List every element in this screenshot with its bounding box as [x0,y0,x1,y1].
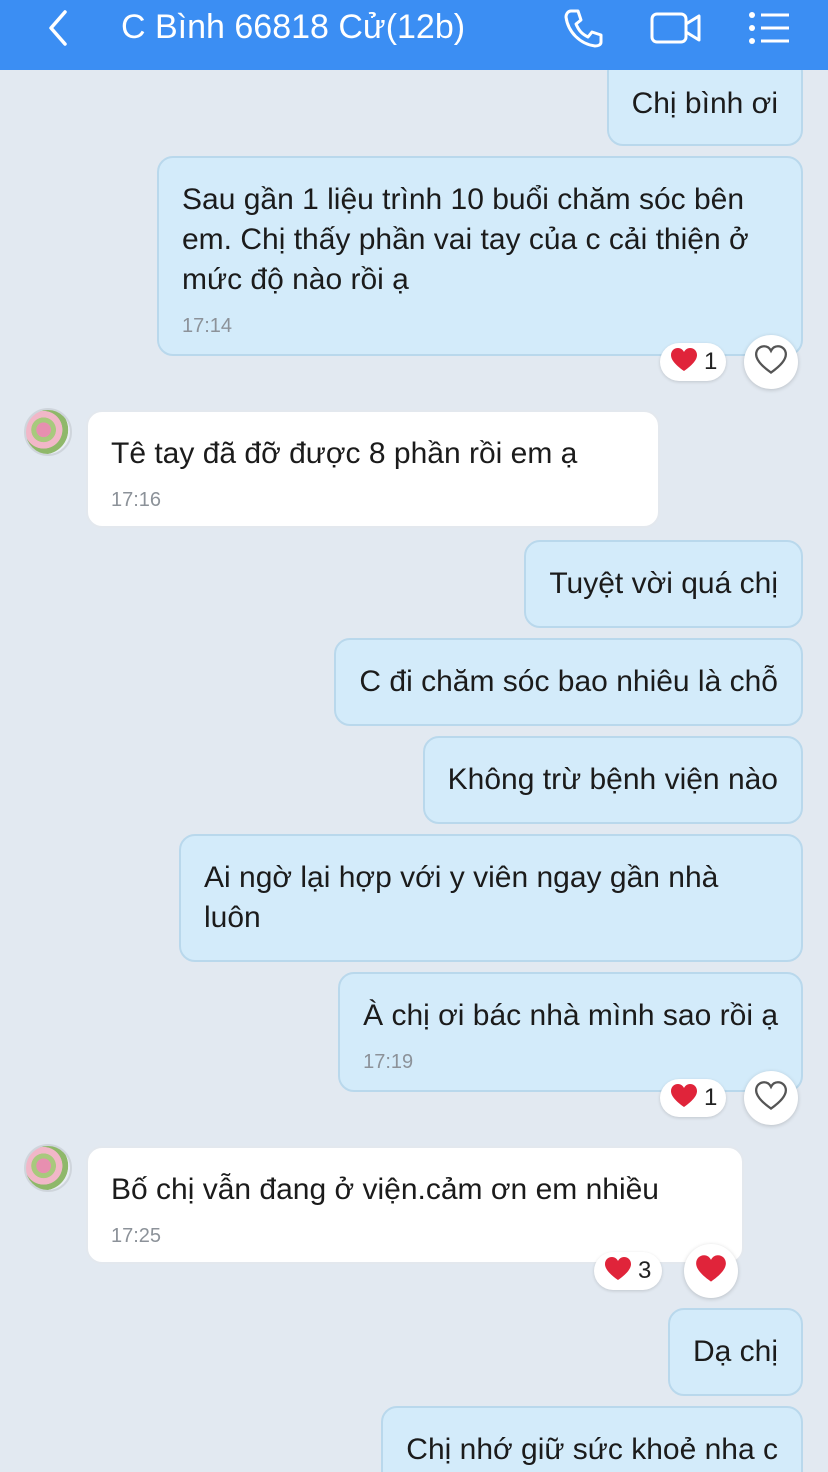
message-time: 17:14 [182,315,233,337]
message-text: Sau gần 1 liệu trình 10 buổi chăm sóc bê… [182,183,749,296]
contact-avatar[interactable] [24,1144,72,1192]
reaction-badge[interactable]: 3 [594,1252,662,1290]
message-text: Tê tay đã đỡ được 8 phần rồi em ạ [111,437,578,470]
message-text: Ai ngờ lại hợp với y viên ngay gần nhà l… [204,861,719,934]
reaction-badge[interactable]: 1 [660,343,726,381]
chat-title[interactable]: C Bình 66818 Cử(12b) [121,7,465,47]
outgoing-message[interactable]: Ai ngờ lại hợp với y viên ngay gần nhà l… [179,834,803,962]
heart-icon [604,1256,632,1287]
heart-icon [670,1083,698,1114]
react-button[interactable] [744,1071,798,1125]
incoming-message[interactable]: Bố chị vẫn đang ở viện.cảm ơn em nhiều 1… [86,1146,744,1264]
outgoing-message[interactable]: Dạ chị [667,1308,803,1396]
outgoing-message[interactable]: Không trừ bệnh viện nào [422,736,803,824]
video-call-icon[interactable] [648,0,704,56]
outgoing-message[interactable]: Sau gần 1 liệu trình 10 buổi chăm sóc bê… [157,156,803,356]
message-time: 17:16 [111,489,162,511]
message-text: Chị bình ơi [631,87,778,120]
heart-outline-icon [754,344,788,380]
message-time: 17:19 [363,1051,414,1073]
contact-avatar[interactable] [24,408,72,456]
message-text: Chị nhớ giữ sức khoẻ nha c [406,1433,778,1466]
outgoing-message[interactable]: À chị ơi bác nhà mình sao rồi ạ 17:19 [338,972,803,1092]
heart-outline-icon [754,1080,788,1116]
message-text: C đi chăm sóc bao nhiêu là chỗ [359,665,778,698]
react-button[interactable] [684,1244,738,1298]
outgoing-message[interactable]: Chị nhớ giữ sức khoẻ nha c [381,1406,803,1472]
outgoing-message[interactable]: Tuyệt vời quá chị [524,540,803,628]
reaction-count: 1 [704,348,718,375]
message-text: Dạ chị [692,1335,778,1368]
message-text: Bố chị vẫn đang ở viện.cảm ơn em nhiều [111,1173,659,1206]
back-arrow-icon[interactable] [36,0,80,56]
menu-list-icon[interactable] [744,0,794,56]
react-button[interactable] [744,335,798,389]
reaction-count: 3 [638,1257,652,1284]
outgoing-message[interactable]: Chị bình ơi [606,70,803,146]
phone-icon[interactable] [558,0,608,56]
message-time: 17:25 [111,1225,162,1247]
message-text: Không trừ bệnh viện nào [447,763,778,796]
heart-icon [670,347,698,378]
incoming-message[interactable]: Tê tay đã đỡ được 8 phần rồi em ạ 17:16 [86,410,660,528]
message-text: À chị ơi bác nhà mình sao rồi ạ [363,999,778,1032]
outgoing-message[interactable]: C đi chăm sóc bao nhiêu là chỗ [334,638,803,726]
message-list[interactable]: Chị bình ơi Sau gần 1 liệu trình 10 buổi… [0,70,828,1472]
reaction-count: 1 [704,1084,718,1111]
message-text: Tuyệt vời quá chị [549,567,778,600]
heart-filled-icon [695,1254,727,1289]
chat-header: C Bình 66818 Cử(12b) [0,0,828,70]
reaction-badge[interactable]: 1 [660,1079,726,1117]
